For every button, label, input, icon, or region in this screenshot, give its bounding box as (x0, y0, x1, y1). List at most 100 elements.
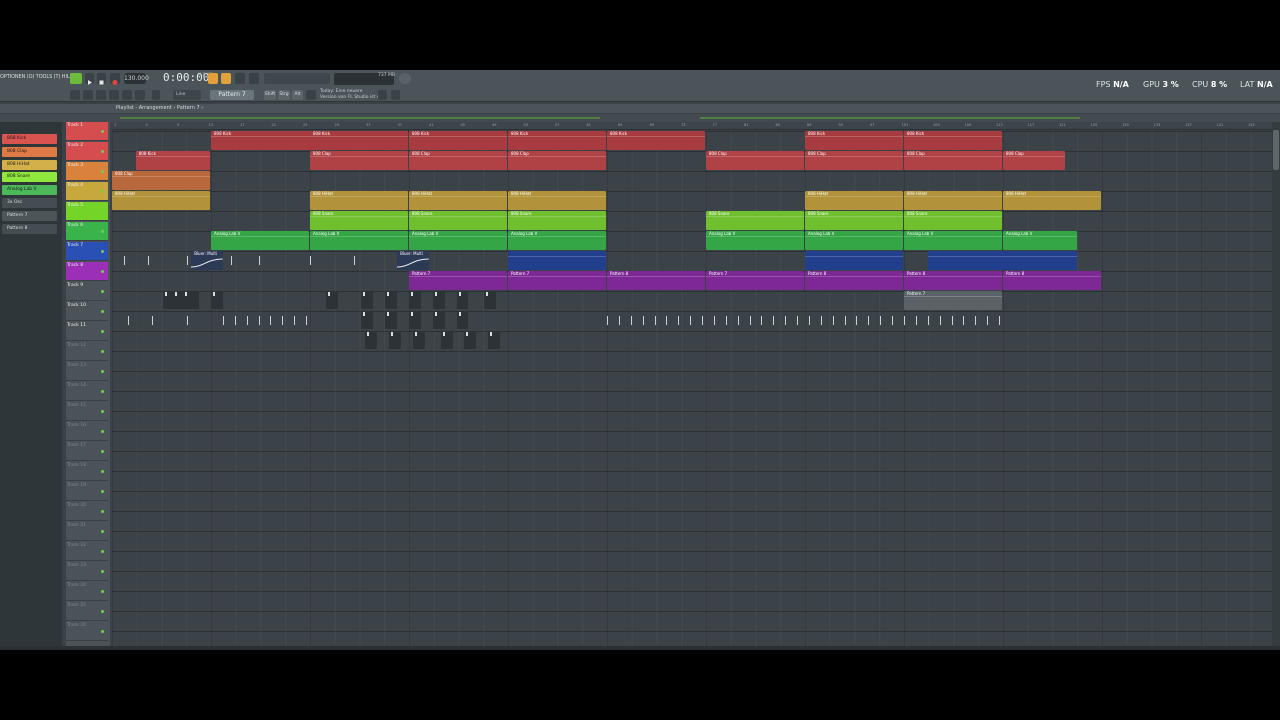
track-header[interactable]: Track 24 (66, 582, 108, 601)
pattern-clip[interactable]: Analog Lab V (508, 231, 606, 250)
metronome-button[interactable] (208, 73, 218, 84)
pattern-clip[interactable]: 808 Kick (508, 131, 606, 150)
pattern-clip[interactable]: Analog Lab V (409, 231, 507, 250)
pattern-clip[interactable]: Pattern 8 (607, 271, 705, 290)
main-menu[interactable]: OPTIONEN (O) TOOLS (T) HILFE (0, 74, 75, 80)
track-mute-led[interactable] (101, 190, 104, 193)
pattern-clip[interactable]: 808 Snare (310, 211, 408, 230)
countdown-button[interactable] (221, 73, 231, 84)
view-mixer-button[interactable] (109, 90, 119, 100)
audio-block[interactable] (365, 331, 378, 349)
track-mute-led[interactable] (101, 430, 104, 433)
audio-block[interactable] (325, 291, 338, 309)
strg-button[interactable]: Strg (278, 90, 290, 100)
pattern-clip[interactable]: 808 Clap (508, 151, 606, 170)
audio-block[interactable] (440, 331, 453, 349)
audio-block[interactable] (456, 311, 469, 329)
track-header[interactable]: Track 14 (66, 382, 108, 401)
track-header[interactable]: Track 2 (66, 142, 108, 161)
master-volume-slider[interactable] (264, 73, 330, 84)
track-header[interactable]: Track 5 (66, 202, 108, 221)
alt-button[interactable]: Alt (292, 90, 303, 100)
track-header[interactable]: Track 8 (66, 262, 108, 281)
view-browser-button[interactable] (122, 90, 132, 100)
track-header[interactable]: Track 1 (66, 122, 108, 141)
track-mute-led[interactable] (101, 450, 104, 453)
track-mute-led[interactable] (101, 350, 104, 353)
picker-item[interactable]: 3x Osc (2, 198, 57, 208)
pattern-clip[interactable]: 808 Snare (805, 211, 903, 230)
audio-block[interactable] (361, 291, 374, 309)
tempo-display[interactable]: 130.000 (124, 73, 149, 84)
pattern-clip[interactable]: Pattern 8 (805, 271, 903, 290)
track-mute-led[interactable] (101, 370, 104, 373)
pattern-clip[interactable]: Pattern 7 (904, 291, 1002, 310)
track-header[interactable]: Track 20 (66, 502, 108, 521)
track-header[interactable]: Track 11 (66, 322, 108, 341)
track-header[interactable]: Track 4 (66, 182, 108, 201)
pattern-clip[interactable]: Analog Lab V (1003, 231, 1078, 250)
picker-item[interactable]: 808 Clap (2, 146, 57, 157)
audio-block[interactable] (211, 291, 223, 309)
online-icon[interactable] (399, 73, 411, 84)
shift-button[interactable]: Shift (264, 90, 276, 100)
track-mute-led[interactable] (101, 490, 104, 493)
pattern-clip[interactable]: 808 Kick (310, 131, 408, 150)
snap-selector[interactable]: Line (173, 90, 201, 100)
picker-item[interactable]: 808 Kick (2, 134, 57, 144)
pattern-clip[interactable]: 808 Clap (409, 151, 507, 170)
track-mute-led[interactable] (101, 150, 104, 153)
track-mute-led[interactable] (101, 170, 104, 173)
playlist-grid[interactable]: 808 Kick 808 Kick 808 Kick 808 Kick 808 Kick… (112, 131, 1272, 649)
pattern-clip[interactable]: 808 Kick (904, 131, 1002, 150)
track-header[interactable]: Track 3 (66, 162, 108, 181)
picker-item[interactable]: 808 Snare (2, 172, 57, 183)
view-piano-roll-button[interactable] (83, 90, 93, 100)
audio-block[interactable] (456, 291, 469, 309)
record-button[interactable] (110, 73, 120, 85)
track-header[interactable]: Track 21 (66, 522, 108, 541)
pattern-clip[interactable]: 808 Clap (1003, 151, 1066, 170)
vertical-scrollbar[interactable] (1272, 122, 1280, 649)
scrollbar-thumb[interactable] (1273, 130, 1279, 170)
audio-block[interactable] (464, 331, 477, 349)
pattern-clip[interactable]: 808 HiHat (1003, 191, 1101, 210)
news-icon[interactable] (306, 90, 316, 100)
pattern-clip[interactable]: Analog Lab V (805, 231, 903, 250)
pattern-clip[interactable]: 808 Kick (805, 131, 903, 150)
step-edit-button[interactable] (249, 73, 259, 84)
pattern-clip[interactable]: Analog Lab V (211, 231, 309, 250)
track-header[interactable]: Track 26 (66, 622, 108, 641)
audio-block[interactable] (163, 291, 200, 309)
audio-block[interactable] (385, 291, 398, 309)
track-mute-led[interactable] (101, 550, 104, 553)
picker-item[interactable]: Pattern 8 (2, 223, 57, 234)
pattern-clip[interactable]: Pattern 7 (706, 271, 804, 290)
pattern-clip[interactable]: 808 HiHat (112, 191, 210, 210)
pattern-clip[interactable]: 808 Snare (409, 211, 507, 230)
pattern-clip[interactable]: Analog Lab V (904, 231, 1002, 250)
pattern-clip[interactable]: Analog Lab V (706, 231, 804, 250)
pattern-clip[interactable]: Pattern 7 (409, 271, 507, 290)
audio-block[interactable] (361, 311, 374, 329)
picker-item[interactable]: Analog Lab V (2, 185, 57, 196)
pattern-clip[interactable] (927, 251, 1078, 270)
play-button[interactable] (85, 73, 94, 85)
pattern-clip[interactable]: Pattern 8 (1003, 271, 1101, 290)
playlist-overview[interactable] (0, 114, 1280, 122)
view-plugin-picker-button[interactable] (135, 90, 145, 100)
picker-item[interactable]: 808 HiHat (2, 159, 57, 170)
audio-block[interactable] (412, 331, 425, 349)
track-header[interactable]: Track 25 (66, 602, 108, 621)
track-header[interactable]: Track 17 (66, 442, 108, 461)
automation-clip[interactable]: Bluer: Multi (191, 251, 223, 270)
automation-clip[interactable]: Bluer: Multi (397, 251, 429, 270)
track-mute-led[interactable] (101, 470, 104, 473)
track-mute-led[interactable] (101, 270, 104, 273)
track-mute-led[interactable] (101, 510, 104, 513)
audio-block[interactable] (389, 331, 402, 349)
audio-block[interactable] (409, 291, 421, 309)
audio-block[interactable] (484, 291, 497, 309)
timeline-ruler[interactable]: 1 5 9 13 17 21 25 29 33 37 41 45 49 53 57 61 65 69 73 77 81 8… (112, 122, 1272, 130)
pattern-clip[interactable]: 808 HiHat (805, 191, 903, 210)
